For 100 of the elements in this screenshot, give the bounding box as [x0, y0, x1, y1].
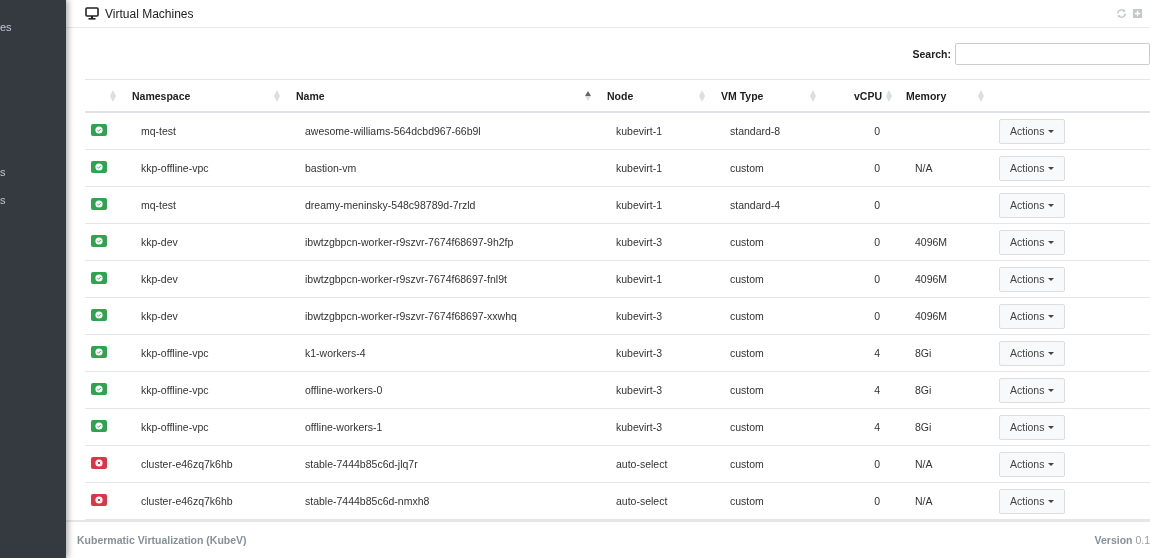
table-cell: 0 — [874, 458, 880, 470]
table-cell: cluster-e46zq7k6hb — [141, 458, 233, 470]
caret-icon — [1048, 277, 1055, 281]
table-cell: 8Gi — [915, 421, 932, 433]
table-cell: mq-test — [141, 199, 176, 211]
actions-dropdown-button[interactable]: Actions — [999, 303, 1066, 329]
sort-icon[interactable] — [978, 89, 984, 102]
caret-icon — [1048, 462, 1055, 466]
column-header[interactable]: vCPU — [854, 89, 882, 102]
sidebar-item[interactable]: s — [0, 165, 6, 179]
sort-icon[interactable] — [810, 89, 816, 102]
actions-dropdown-button[interactable]: Actions — [999, 266, 1066, 292]
sort-icon[interactable] — [110, 89, 116, 102]
sidebar-item[interactable]: es — [0, 20, 12, 34]
table-cell: 8Gi — [915, 347, 932, 359]
table-cell: stable-7444b85c6d-nmxh8 — [305, 495, 430, 507]
table-cell: auto-select — [616, 458, 668, 470]
table-cell: custom — [730, 162, 764, 174]
search-field[interactable] — [955, 42, 1150, 65]
table-cell: custom — [730, 421, 764, 433]
actions-dropdown-button[interactable]: Actions — [999, 118, 1066, 144]
sort-icon[interactable] — [274, 89, 280, 102]
actions-dropdown-button[interactable]: Actions — [999, 377, 1066, 403]
table-cell: custom — [730, 384, 764, 396]
table-cell: bastion-vm — [305, 162, 357, 174]
caret-icon — [1048, 388, 1055, 392]
table-cell: mq-test — [141, 125, 176, 137]
table-cell: 4096M — [915, 273, 948, 285]
table-cell: 4096M — [915, 310, 948, 322]
caret-icon — [1048, 499, 1055, 503]
table-cell: kkp-dev — [141, 273, 178, 285]
table-cell: ibwtzgbpcn-worker-r9szvr-7674f68697-fnl9t — [305, 273, 507, 285]
table-cell: 0 — [874, 495, 880, 507]
column-header[interactable]: Name — [296, 89, 325, 102]
table-cell: offline-workers-0 — [305, 384, 383, 396]
table-cell: 0 — [874, 125, 880, 137]
actions-dropdown-button[interactable]: Actions — [999, 414, 1066, 440]
monitor-icon — [85, 7, 99, 20]
table-cell: kubevirt-3 — [616, 421, 663, 433]
table-cell: kubevirt-3 — [616, 384, 663, 396]
table-cell: 8Gi — [915, 384, 932, 396]
table-cell: 4 — [874, 421, 880, 433]
table-cell: 4 — [874, 384, 880, 396]
table-cell: 0 — [874, 310, 880, 322]
table-cell: kubevirt-1 — [616, 199, 663, 211]
expand-icon[interactable] — [1133, 9, 1142, 18]
table-cell: kkp-offline-vpc — [141, 347, 209, 359]
table-cell: k1-workers-4 — [305, 347, 366, 359]
table-cell: custom — [730, 458, 764, 470]
table-cell: 4096M — [915, 236, 948, 248]
column-header[interactable]: Namespace — [132, 89, 191, 102]
table-cell: N/A — [915, 458, 933, 470]
table-cell: kubevirt-1 — [616, 162, 663, 174]
table-cell: custom — [730, 273, 764, 285]
column-header[interactable]: Memory — [906, 89, 947, 102]
table-cell: kubevirt-1 — [616, 125, 663, 137]
actions-dropdown-button[interactable]: Actions — [999, 192, 1066, 218]
footer-product-name: Kubermatic Virtualization (KubeV) — [77, 534, 247, 546]
table-cell: awesome-williams-564dcbd967-66b9l — [305, 125, 481, 137]
table-cell: kkp-dev — [141, 236, 178, 248]
actions-dropdown-button[interactable]: Actions — [999, 155, 1066, 181]
table-cell: 4 — [874, 347, 880, 359]
column-header[interactable]: Node — [607, 89, 634, 102]
table-cell: custom — [730, 495, 764, 507]
sort-ascending-icon[interactable] — [585, 89, 591, 102]
table-cell: auto-select — [616, 495, 668, 507]
table-cell: custom — [730, 347, 764, 359]
table-cell: 0 — [874, 199, 880, 211]
search-label: Search: — [912, 47, 951, 60]
table-cell: ibwtzgbpcn-worker-r9szvr-7674f68697-9h2fp — [305, 236, 514, 248]
version-label: Version 0.1 — [1094, 534, 1150, 546]
table-cell: cluster-e46zq7k6hb — [141, 495, 233, 507]
table-cell: kkp-dev — [141, 310, 178, 322]
table-cell: standard-8 — [730, 125, 781, 137]
caret-icon — [1048, 314, 1055, 318]
table-cell: kkp-offline-vpc — [141, 162, 209, 174]
table-cell: offline-workers-1 — [305, 421, 383, 433]
caret-icon — [1048, 351, 1055, 355]
table-cell: stable-7444b85c6d-jlq7r — [305, 458, 418, 470]
sidebar-item[interactable]: s — [0, 193, 6, 207]
table-cell: kubevirt-1 — [616, 273, 663, 285]
actions-dropdown-button[interactable]: Actions — [999, 229, 1066, 255]
actions-dropdown-button[interactable]: Actions — [999, 451, 1066, 477]
sort-icon[interactable] — [886, 89, 892, 102]
sort-icon[interactable] — [699, 89, 705, 102]
column-header[interactable]: VM Type — [721, 89, 764, 102]
table-cell: dreamy-meninsky-548c98789d-7rzld — [305, 199, 476, 211]
table-cell: 0 — [874, 162, 880, 174]
table-cell: custom — [730, 310, 764, 322]
table-cell: ibwtzgbpcn-worker-r9szvr-7674f68697-xxwhq — [305, 310, 517, 322]
table-cell: 0 — [874, 236, 880, 248]
actions-dropdown-button[interactable]: Actions — [999, 340, 1066, 366]
caret-icon — [1048, 203, 1055, 207]
table-cell: standard-4 — [730, 199, 781, 211]
caret-icon — [1048, 425, 1055, 429]
actions-dropdown-button[interactable]: Actions — [999, 488, 1066, 514]
refresh-icon[interactable] — [1116, 8, 1127, 19]
table-cell: kubevirt-3 — [616, 236, 663, 248]
page-title: Virtual Machines — [105, 6, 194, 21]
caret-icon — [1048, 129, 1055, 133]
